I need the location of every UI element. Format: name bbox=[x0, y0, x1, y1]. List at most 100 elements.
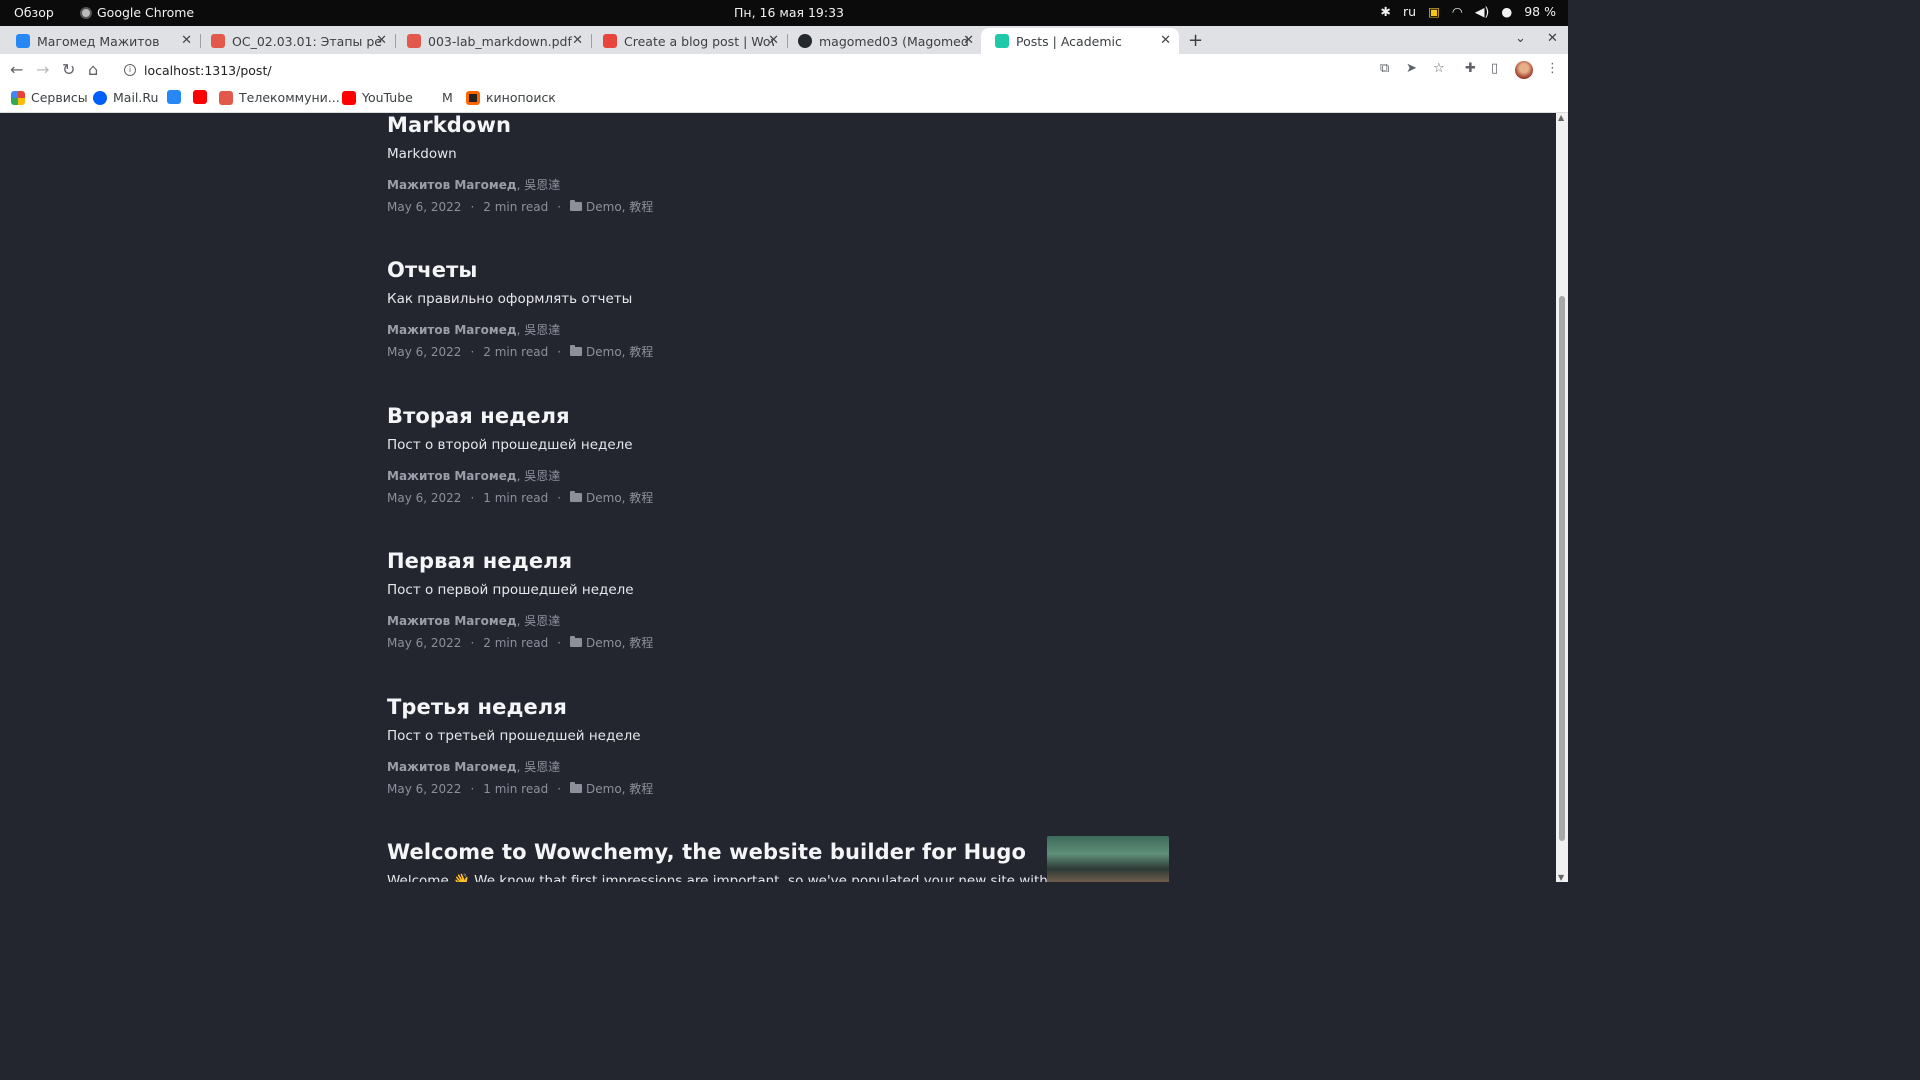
post-title[interactable]: Вторая неделя bbox=[387, 404, 1167, 428]
translate-icon[interactable]: ⧉ bbox=[1380, 61, 1389, 76]
bookmark-youtube-icon-only[interactable] bbox=[193, 90, 207, 104]
window-close-icon[interactable]: ✕ bbox=[1547, 31, 1558, 46]
post-date: May 6, 2022 bbox=[387, 344, 462, 359]
vk-icon bbox=[167, 90, 181, 104]
post-date: May 6, 2022 bbox=[387, 781, 462, 796]
bookmark-star-icon[interactable]: ☆ bbox=[1433, 61, 1445, 76]
accessibility-icon[interactable]: ✱ bbox=[1381, 4, 1391, 19]
bookmark-kinopoisk[interactable]: кинопоиск bbox=[466, 90, 556, 105]
bookmark-label: кинопоиск bbox=[486, 90, 556, 105]
close-icon[interactable]: ✕ bbox=[768, 33, 779, 48]
post-categories[interactable]: Demo, 教程 bbox=[586, 780, 653, 797]
send-icon[interactable]: ➤ bbox=[1406, 61, 1417, 76]
close-icon[interactable]: ✕ bbox=[963, 33, 974, 48]
close-icon[interactable]: ✕ bbox=[376, 33, 387, 48]
post-thumbnail[interactable] bbox=[1047, 836, 1169, 882]
scroll-down-icon[interactable]: ▼ bbox=[1558, 873, 1564, 882]
tab-github[interactable]: magomed03 (Magomed M ✕ bbox=[784, 28, 982, 54]
coauthor-link[interactable]: , 吳恩達 bbox=[517, 178, 561, 192]
post-categories[interactable]: Demo, 教程 bbox=[586, 634, 653, 651]
post-item: Первая неделя Пост о первой прошедшей не… bbox=[387, 549, 1167, 651]
tab-pdf[interactable]: 003-lab_markdown.pdf ✕ bbox=[393, 28, 592, 54]
mailru-icon bbox=[93, 90, 107, 105]
post-read-time: 2 min read bbox=[483, 635, 549, 650]
folder-icon bbox=[570, 345, 583, 356]
bookmark-services[interactable]: Сервисы bbox=[11, 90, 88, 105]
tab-search-icon[interactable]: ⌄ bbox=[1515, 31, 1526, 46]
home-icon[interactable]: ⌂ bbox=[88, 60, 98, 79]
folder-icon bbox=[570, 636, 583, 647]
post-authors: Мажитов Магомед, 吳恩達 bbox=[387, 612, 1167, 629]
tab-vk[interactable]: Магомед Мажитов ✕ bbox=[2, 28, 201, 54]
post-meta: May 6, 2022 · 2 min read · Demo, 教程 bbox=[387, 634, 654, 651]
scroll-up-icon[interactable]: ▲ bbox=[1558, 113, 1564, 122]
post-summary: Как правильно оформлять отчеты bbox=[387, 291, 633, 307]
tab-posts-academic[interactable]: Posts | Academic ✕ bbox=[981, 28, 1179, 54]
site-info-icon[interactable]: i bbox=[124, 64, 136, 76]
app-menu[interactable]: Google Chrome bbox=[80, 5, 194, 20]
academic-icon bbox=[995, 34, 1009, 48]
notes-icon[interactable]: ▣ bbox=[1428, 4, 1440, 19]
tab-os[interactable]: ОС_02.03.01: Этапы реал ✕ bbox=[197, 28, 396, 54]
language-indicator[interactable]: ru bbox=[1403, 4, 1416, 19]
profile-avatar[interactable] bbox=[1515, 61, 1533, 79]
author-link[interactable]: Мажитов Магомед bbox=[387, 178, 517, 192]
author-link[interactable]: Мажитов Магомед bbox=[387, 760, 517, 774]
wifi-icon[interactable]: ◠ bbox=[1452, 4, 1463, 19]
coauthor-link[interactable]: , 吳恩達 bbox=[517, 323, 561, 337]
forward-icon[interactable]: → bbox=[36, 60, 49, 79]
back-icon[interactable]: ← bbox=[10, 60, 23, 79]
coauthor-link[interactable]: , 吳恩達 bbox=[517, 614, 561, 628]
bookmark-label: YouTube bbox=[362, 90, 413, 105]
new-tab-icon[interactable]: + bbox=[1188, 30, 1203, 51]
battery-indicator[interactable]: 98 % bbox=[1524, 4, 1556, 19]
post-categories[interactable]: Demo, 教程 bbox=[586, 198, 653, 215]
post-item: Третья неделя Пост о третьей прошедшей н… bbox=[387, 695, 1167, 797]
url-input[interactable] bbox=[144, 62, 744, 78]
author-link[interactable]: Мажитов Магомед bbox=[387, 469, 517, 483]
bookmark-youtube[interactable]: YouTube bbox=[342, 90, 413, 105]
post-title[interactable]: Отчеты bbox=[387, 258, 1167, 282]
coauthor-link[interactable]: , 吳恩達 bbox=[517, 469, 561, 483]
side-panel-icon[interactable]: ▯ bbox=[1491, 61, 1498, 76]
overview-button[interactable]: Обзор bbox=[14, 5, 54, 20]
post-categories[interactable]: Demo, 教程 bbox=[586, 343, 653, 360]
author-link[interactable]: Мажитов Магомед bbox=[387, 323, 517, 337]
close-icon[interactable]: ✕ bbox=[181, 33, 192, 48]
bookmark-label: Mail.Ru bbox=[113, 90, 159, 105]
address-bar[interactable]: i bbox=[114, 58, 1454, 82]
coauthor-link[interactable]: , 吳恩達 bbox=[517, 760, 561, 774]
bookmark-vk[interactable] bbox=[167, 90, 181, 104]
post-title[interactable]: Третья неделя bbox=[387, 695, 1167, 719]
post-categories[interactable]: Demo, 教程 bbox=[586, 489, 653, 506]
bookmark-m[interactable]: M bbox=[442, 90, 453, 105]
system-tray[interactable]: ✱ ru ▣ ◠ ◀) ● 98 % bbox=[1381, 4, 1556, 19]
tab-strip: Магомед Мажитов ✕ ОС_02.03.01: Этапы реа… bbox=[0, 26, 1568, 54]
author-link[interactable]: Мажитов Магомед bbox=[387, 614, 517, 628]
app-name: Google Chrome bbox=[97, 5, 195, 20]
menu-icon[interactable]: ⋮ bbox=[1546, 61, 1559, 76]
clock[interactable]: Пн, 16 мая 19:33 bbox=[734, 5, 844, 20]
post-title[interactable]: Welcome to Wowchemy, the website builder… bbox=[387, 840, 1027, 864]
post-title[interactable]: Первая неделя bbox=[387, 549, 1167, 573]
post-title[interactable]: Markdown bbox=[387, 113, 1167, 137]
post-summary: Markdown bbox=[387, 146, 457, 162]
scrollbar-thumb[interactable] bbox=[1559, 296, 1565, 841]
bookmark-mailru[interactable]: Mail.Ru bbox=[93, 90, 158, 105]
volume-icon[interactable]: ◀) bbox=[1475, 4, 1490, 19]
mic-icon[interactable]: ● bbox=[1501, 4, 1512, 19]
post-authors: Мажитов Магомед, 吳恩達 bbox=[387, 321, 1167, 338]
close-icon[interactable]: ✕ bbox=[1160, 33, 1171, 48]
post-read-time: 1 min read bbox=[483, 781, 549, 796]
post-authors: Мажитов Магомед, 吳恩達 bbox=[387, 176, 1167, 193]
close-icon[interactable]: ✕ bbox=[572, 33, 583, 48]
page-scrollbar[interactable]: ▲ ▼ bbox=[1556, 113, 1568, 882]
post-meta: May 6, 2022 · 1 min read · Demo, 教程 bbox=[387, 780, 654, 797]
tab-title: Магомед Мажитов bbox=[37, 33, 160, 49]
reload-icon[interactable]: ↻ bbox=[62, 60, 75, 79]
tab-wowchemy[interactable]: Create a blog post | Wowc ✕ bbox=[589, 28, 788, 54]
extensions-icon[interactable]: ✚ bbox=[1465, 61, 1476, 76]
bookmark-tele[interactable]: Телекоммуни... bbox=[219, 90, 340, 105]
wowchemy-icon bbox=[603, 34, 617, 48]
system-top-bar: Обзор Google Chrome Пн, 16 мая 19:33 ✱ r… bbox=[0, 0, 1568, 26]
